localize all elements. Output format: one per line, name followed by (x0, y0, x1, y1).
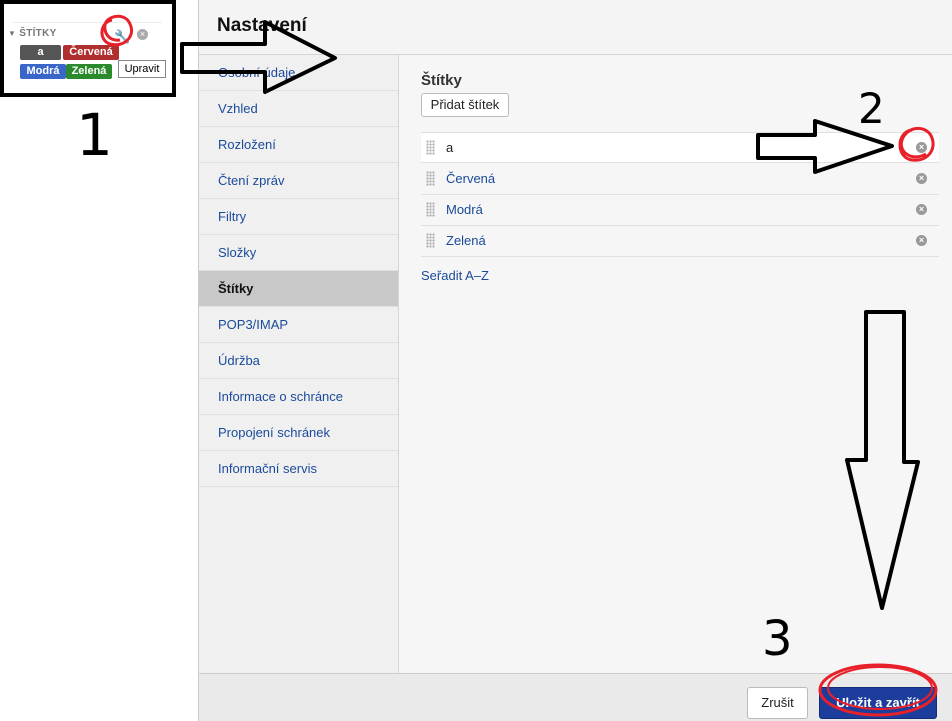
drag-handle-icon[interactable] (426, 171, 435, 186)
label-row[interactable]: a × (421, 132, 939, 163)
sort-a-z-link[interactable]: Seřadit A–Z (421, 268, 489, 283)
nav-item-pop3-imap[interactable]: POP3/IMAP (199, 307, 398, 343)
remove-icon[interactable]: × (916, 142, 927, 153)
wrench-icon[interactable]: 🔧 (114, 29, 130, 45)
settings-nav: Osobní údaje Vzhled Rozložení Čtení zprá… (199, 55, 399, 673)
drag-handle-icon[interactable] (426, 233, 435, 248)
save-and-close-button[interactable]: Uložit a zavřít (819, 687, 937, 719)
nav-item-propojeni-schranek[interactable]: Propojení schránek (199, 415, 398, 451)
label-tag-modra[interactable]: Modrá (20, 64, 66, 79)
settings-dialog: Nastavení Osobní údaje Vzhled Rozložení … (198, 0, 952, 721)
label-row[interactable]: Modrá × (421, 195, 939, 226)
label-name[interactable]: Zelená (446, 226, 486, 256)
label-tag-a[interactable]: a (20, 45, 61, 60)
divider (12, 22, 162, 23)
label-row[interactable]: Červená × (421, 164, 939, 195)
cancel-button[interactable]: Zrušit (747, 687, 808, 719)
dialog-footer: Zrušit Uložit a zavřít (199, 673, 952, 721)
labels-widget: ▼ ŠTÍTKY 🔧 × a Červená Modrá Zelená Uprav… (0, 0, 176, 97)
nav-item-cteni-zprav[interactable]: Čtení zpráv (199, 163, 398, 199)
nav-item-udrzba[interactable]: Údržba (199, 343, 398, 379)
remove-icon[interactable]: × (916, 204, 927, 215)
nav-item-stitky[interactable]: Štítky (199, 271, 398, 307)
label-row[interactable]: Zelená × (421, 226, 939, 257)
drag-handle-icon[interactable] (426, 202, 435, 217)
label-tag-zelena[interactable]: Zelená (66, 64, 112, 79)
nav-item-informacni-servis[interactable]: Informační servis (199, 451, 398, 487)
label-name[interactable]: Červená (446, 164, 495, 194)
label-name[interactable]: Modrá (446, 195, 483, 225)
nav-item-slozky[interactable]: Složky (199, 235, 398, 271)
nav-item-informace-o-schrance[interactable]: Informace o schránce (199, 379, 398, 415)
section-title: Štítky (421, 72, 462, 89)
drag-handle-icon[interactable] (426, 140, 435, 155)
caret-down-icon: ▼ (8, 29, 17, 38)
nav-item-osobni-udaje[interactable]: Osobní údaje (199, 55, 398, 91)
nav-item-filtry[interactable]: Filtry (199, 199, 398, 235)
nav-item-vzhled[interactable]: Vzhled (199, 91, 398, 127)
nav-item-rozlozeni[interactable]: Rozložení (199, 127, 398, 163)
dialog-title: Nastavení (217, 15, 307, 36)
label-name[interactable]: a (446, 133, 453, 163)
screenshot-stage: ▼ ŠTÍTKY 🔧 × a Červená Modrá Zelená Uprav… (0, 0, 952, 721)
label-tag-cervena[interactable]: Červená (63, 45, 119, 60)
remove-icon[interactable]: × (916, 235, 927, 246)
close-icon[interactable]: × (137, 29, 148, 40)
labels-settings-panel: Štítky Přidat štítek a × Červená × Modrá… (399, 55, 952, 673)
labels-widget-header[interactable]: ▼ ŠTÍTKY (8, 28, 57, 39)
step-number: 1 (76, 101, 113, 169)
add-label-button[interactable]: Přidat štítek (421, 93, 509, 117)
remove-icon[interactable]: × (916, 173, 927, 184)
edit-tooltip: Upravit (118, 60, 166, 78)
